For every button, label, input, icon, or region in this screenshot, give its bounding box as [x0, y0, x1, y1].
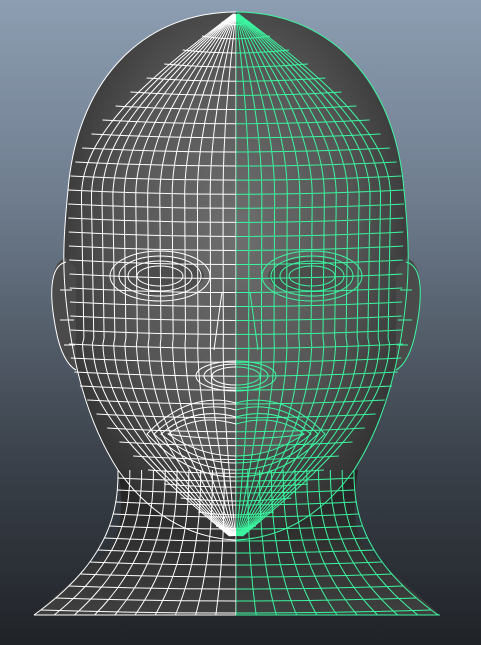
modeling-viewport[interactable]: [0, 0, 481, 645]
head-mesh-scene[interactable]: [0, 0, 481, 645]
